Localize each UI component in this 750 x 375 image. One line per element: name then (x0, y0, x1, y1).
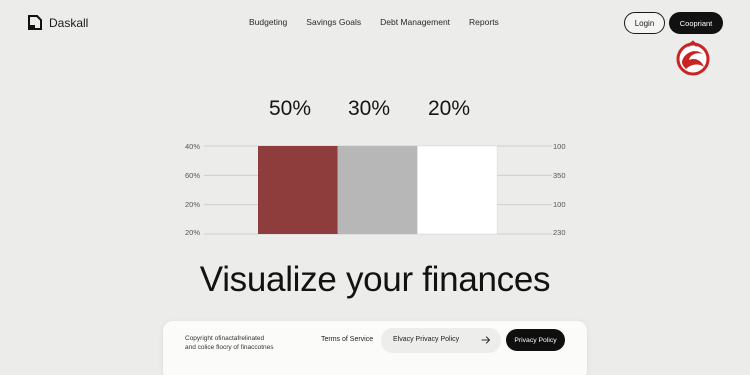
chart-bar (417, 145, 498, 235)
footer-card: Copyright ofinactafrelinated and colice … (163, 321, 587, 375)
bar-chart (204, 145, 552, 235)
copyright-text: Copyright ofinactafrelinated and colice … (185, 334, 305, 352)
privacy-policy-pill[interactable]: Elvacy Privacy Policy (381, 328, 501, 353)
left-axis-tick: 60% (185, 171, 201, 180)
left-axis-tick: 20% (185, 200, 201, 209)
pill-text: Elvacy Privacy Policy (393, 336, 460, 343)
right-axis-tick: 350 (553, 171, 566, 180)
chart-bar (258, 146, 338, 234)
copyright-line: and colice flocry of finaccotnes (185, 344, 274, 351)
right-axis-tick: 100 (553, 200, 566, 209)
arrow-right-icon[interactable] (481, 335, 491, 345)
privacy-policy-button[interactable]: Privacy Policy (506, 329, 565, 351)
copyright-line: Copyright ofinactafrelinated (185, 335, 265, 342)
left-axis-tick: 40% (185, 142, 201, 151)
right-axis-tick: 100 (553, 142, 566, 151)
hero-title: Visualize your finances (199, 260, 551, 299)
terms-of-service-link[interactable]: Terms of Service (321, 336, 373, 343)
chart-bar (337, 146, 418, 234)
right-axis-tick: 230 (553, 228, 566, 237)
left-axis-tick: 20% (185, 228, 201, 237)
